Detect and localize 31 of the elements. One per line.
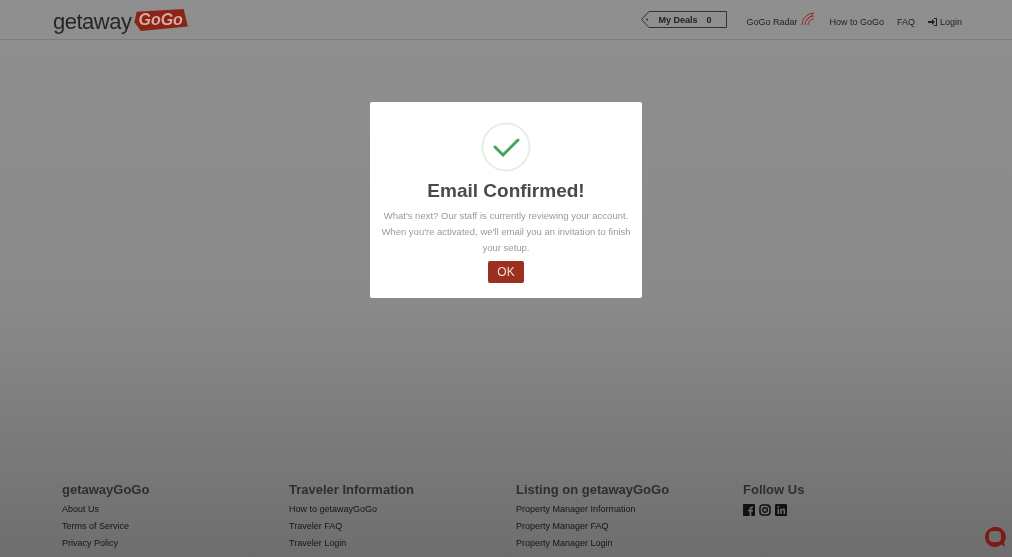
footer-link[interactable]: How to getawayGoGo [289,501,378,518]
check-circle-icon [481,122,531,172]
radar-link[interactable]: GoGo Radar [746,11,817,28]
dialog-title: Email Confirmed! [427,180,585,202]
ok-button[interactable]: OK [488,261,524,283]
logo[interactable]: getaway GoGo [53,3,188,36]
footer-heading: Traveler Information [289,482,415,498]
chat-icon[interactable] [983,525,1007,549]
footer-link[interactable]: Property Manager Information [516,501,636,518]
nav-link[interactable]: How to GoGo [829,11,884,28]
login-link[interactable]: Login [927,11,962,28]
facebook-icon[interactable] [743,504,755,516]
footer-link[interactable]: Terms of Service [62,518,130,535]
nav-link[interactable]: FAQ [896,11,915,28]
radar-icon [800,11,817,27]
footer-heading: Follow Us [743,482,806,498]
instagram-icon[interactable] [759,504,771,516]
footer-link[interactable]: Privacy Policy [62,535,118,552]
footer-heading: Listing on getawayGoGo [516,482,671,498]
my-deals-button[interactable]: My Deals 0 [641,11,728,28]
login-icon [927,18,937,26]
footer-link[interactable]: Property Manager Login [516,535,613,552]
footer-link[interactable]: Property Manager FAQ [516,518,609,535]
linkedin-icon[interactable] [775,504,787,516]
dialog-message: What's next? Our staff is currently reviewing your account. When you're activated, we'll email you an invitation to finish your setup. [380,209,632,255]
logo-text: getaway [53,9,132,35]
logo-tag: GoGo [134,9,188,31]
footer-heading: getawayGoGo [62,482,151,498]
footer-link[interactable]: Traveler Login [289,535,347,552]
footer-link[interactable]: About Us [62,501,100,518]
footer-link[interactable]: Traveler FAQ [289,518,343,535]
